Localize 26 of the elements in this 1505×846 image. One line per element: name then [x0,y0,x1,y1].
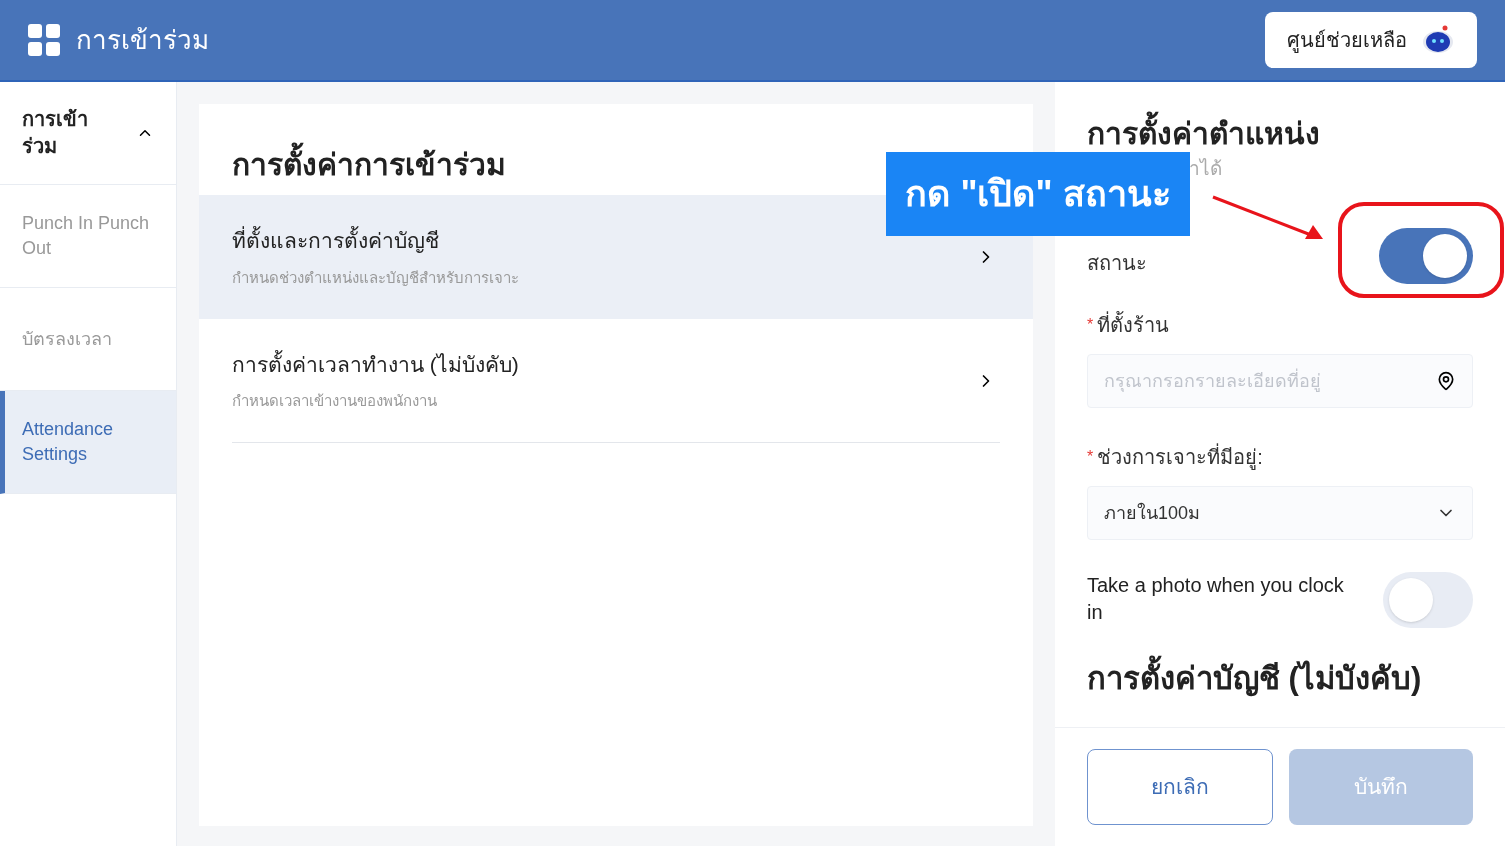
item-subtitle: กำหนดช่วงตำแหน่งและบัญชีสำหรับการเจาะ [232,267,520,288]
toggle-switch[interactable] [1379,228,1473,284]
callout-label: กด "เปิด" สถานะ [886,152,1190,236]
page-title: การเข้าร่วม [76,23,209,57]
help-center-button[interactable]: ศูนย์ช่วยเหลือ [1265,12,1477,68]
required-mark: * [1087,315,1094,335]
field-label: ช่วงการเจาะที่มีอยู่: [1097,442,1263,472]
item-subtitle: กำหนดเวลาเข้างานของพนักงาน [232,391,438,411]
sidebar-group[interactable]: การเข้าร่วม [0,82,176,185]
cancel-button[interactable]: ยกเลิก [1087,749,1273,825]
location-pin-icon [1436,371,1456,391]
field-label: ที่ตั้งร้าน [1097,310,1170,340]
photo-toggle-label: Take a photo when you clock in [1087,573,1345,625]
settings-item[interactable]: การตั้งค่าเวลาทำงาน (ไม่บังคับ) กำหนดเวลาเข้างานของพนักงาน [232,319,1000,443]
section-title: การตั้งค่าบัญชี (ไม่บังคับ) [1087,656,1473,703]
panel-subtitle: าได้ [1189,157,1223,181]
robot-icon [1421,25,1455,55]
grid-icon [28,24,60,56]
required-mark: * [1087,447,1094,467]
address-field[interactable]: กรุณากรอกรายละเอียดที่อยู่ [1087,354,1473,408]
address-input[interactable]: กรุณากรอกรายละเอียดที่อยู่ [1104,367,1436,395]
status-label: สถานะ [1087,251,1147,276]
range-select[interactable]: ภายใน100ม [1087,486,1473,540]
item-title: การตั้งค่าเวลาทำงาน (ไม่บังคับ) [232,349,520,378]
toggle-switch[interactable] [1383,572,1473,628]
sidebar-item[interactable]: Attendance Settings [0,391,176,494]
